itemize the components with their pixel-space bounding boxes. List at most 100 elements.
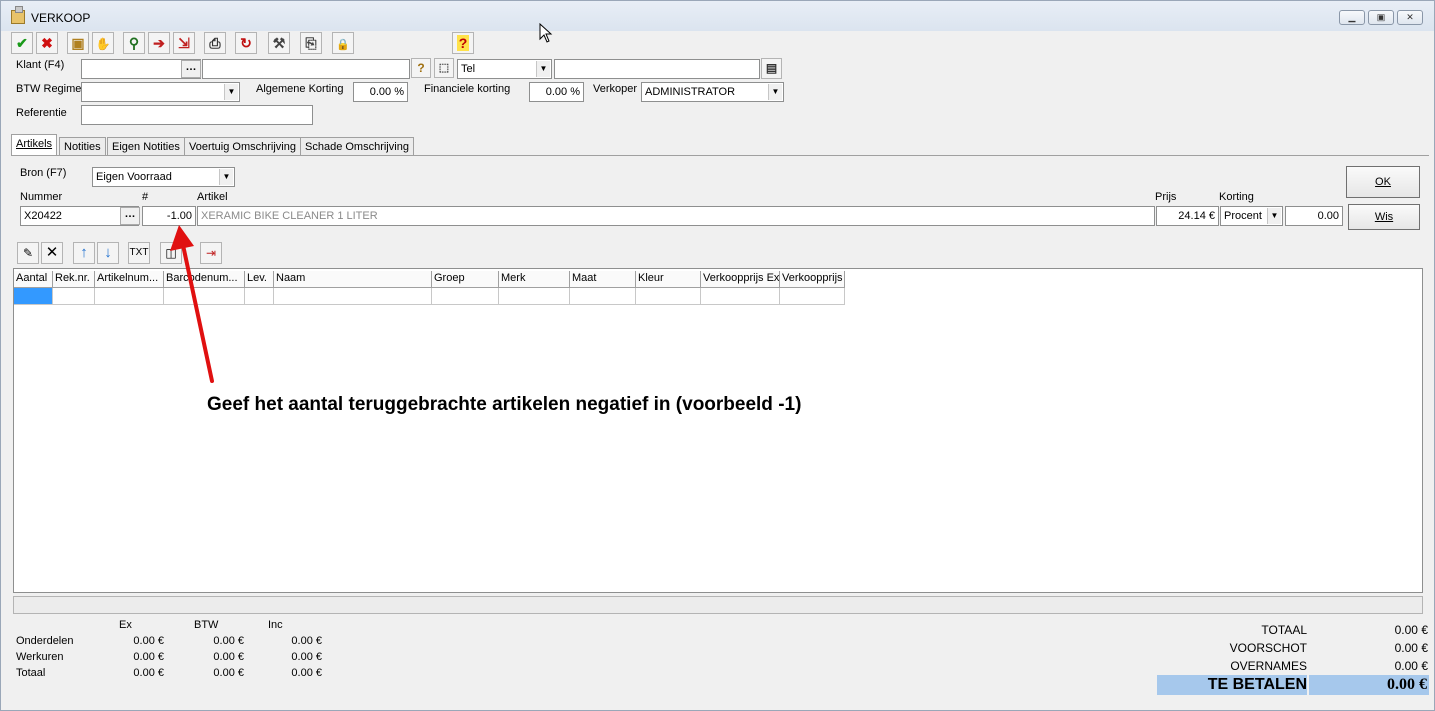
klant-browse-button[interactable]: …	[181, 60, 201, 78]
refresh-button[interactable]: ↻	[235, 32, 257, 54]
table-cell[interactable]	[701, 288, 780, 305]
table-cell[interactable]	[780, 288, 845, 305]
summary-voorschot-value: 0.00 €	[1394, 641, 1428, 655]
klant-name-field[interactable]	[202, 59, 410, 79]
maximize-button[interactable]: ▣	[1368, 10, 1394, 25]
tab-eigen-notities[interactable]: Eigen Notities	[107, 137, 185, 156]
tel-document-button[interactable]: ▤	[761, 58, 782, 79]
summary-overnames-label: OVERNAMES	[1230, 659, 1307, 673]
column-header-artikelnummer[interactable]: Artikelnum...	[95, 271, 164, 288]
werkuren-inc: 0.00 €	[291, 651, 322, 663]
hand-button[interactable]: ✋	[92, 32, 114, 54]
klant-help-button[interactable]: ?	[411, 58, 431, 78]
summary-voorschot-label: VOORSCHOT	[1229, 641, 1307, 655]
table-cell[interactable]	[245, 288, 274, 305]
wis-button[interactable]: Wis	[1348, 204, 1420, 230]
artikel-label: Artikel	[197, 191, 228, 203]
package-button[interactable]: ▣	[67, 32, 89, 54]
ok-button[interactable]: OK	[1346, 166, 1420, 198]
column-header-lev[interactable]: Lev.	[245, 271, 274, 288]
werkuren-label: Werkuren	[16, 651, 64, 663]
algemene-korting-label: Algemene Korting	[256, 83, 344, 95]
app-icon	[11, 6, 25, 24]
move-up-button[interactable]: ↑	[73, 242, 95, 264]
cancel-button[interactable]: ✖	[36, 32, 58, 54]
document-arrow-button[interactable]: ➔	[148, 32, 170, 54]
edit-row-button[interactable]: ✎	[17, 242, 39, 264]
close-button[interactable]: ✕	[1397, 10, 1423, 25]
tab-notities[interactable]: Notities	[59, 137, 106, 156]
summary-overnames-value: 0.00 €	[1394, 659, 1428, 673]
lock-button[interactable]: 🔒	[332, 32, 354, 54]
document-icon: ▤	[765, 61, 778, 75]
korting-type-combo[interactable]: Procent ▼	[1220, 206, 1283, 226]
summary-te-betalen-value: 0.00 €	[1387, 676, 1427, 693]
save-button[interactable]: ✔	[11, 32, 33, 54]
column-header-naam[interactable]: Naam	[274, 271, 432, 288]
onderdelen-btw: 0.00 €	[213, 635, 244, 647]
klant-pick-button[interactable]: ⬚	[434, 58, 454, 78]
summary-totaal-label: TOTAAL	[1261, 623, 1307, 637]
column-header-verkoopprijs-ex[interactable]: Verkoopprijs Ex	[701, 271, 780, 288]
column-header-kleur[interactable]: Kleur	[636, 271, 701, 288]
totaal-btw: 0.00 €	[213, 667, 244, 679]
column-header-maat[interactable]: Maat	[570, 271, 636, 288]
tab-artikels[interactable]: Artikels	[11, 134, 58, 156]
onderdelen-ex: 0.00 €	[133, 635, 164, 647]
btw-combo[interactable]: ▼	[81, 82, 240, 102]
title-bar: VERKOOP ▁ ▣ ✕	[1, 1, 1434, 31]
table-cell[interactable]	[636, 288, 701, 305]
column-header-groep[interactable]: Groep	[432, 271, 499, 288]
hand-icon: ✋	[95, 37, 111, 51]
bron-dropdown-icon[interactable]: ▼	[219, 169, 233, 185]
artikel-field[interactable]: XERAMIC BIKE CLEANER 1 LITER	[197, 206, 1155, 226]
table-cell[interactable]	[570, 288, 636, 305]
prijs-field[interactable]: 24.14 €	[1156, 206, 1219, 226]
col-inc-label: Inc	[268, 619, 283, 631]
onderdelen-label: Onderdelen	[16, 635, 74, 647]
korting-type-dropdown-icon[interactable]: ▼	[1267, 208, 1281, 224]
bron-label: Bron (F7)	[20, 167, 67, 179]
btw-dropdown-icon[interactable]: ▼	[224, 84, 238, 100]
minimize-button[interactable]: ▁	[1339, 10, 1365, 25]
korting-value-field[interactable]: 0.00	[1285, 206, 1343, 226]
werkuren-ex: 0.00 €	[133, 651, 164, 663]
txt-button[interactable]: TXT	[128, 242, 150, 264]
move-down-button[interactable]: ↓	[97, 242, 119, 264]
arrow-up-icon: ↑	[80, 244, 88, 261]
totaal-row-label: Totaal	[16, 667, 46, 679]
column-header-reknr[interactable]: Rek.nr.	[53, 271, 95, 288]
table-cell[interactable]	[14, 288, 53, 305]
search-user-button[interactable]: ⚲	[123, 32, 145, 54]
algemene-korting-field[interactable]: 0.00 %	[353, 82, 408, 102]
lock-icon: 🔒	[336, 39, 350, 51]
tab-schade-omschrijving[interactable]: Schade Omschrijving	[300, 137, 414, 156]
print-button[interactable]: ⎙	[204, 32, 226, 54]
financiele-korting-field[interactable]: 0.00 %	[529, 82, 584, 102]
table-cell[interactable]	[53, 288, 95, 305]
referentie-field[interactable]	[81, 105, 313, 125]
table-cell[interactable]	[95, 288, 164, 305]
totaal-inc: 0.00 €	[291, 667, 322, 679]
referentie-label: Referentie	[16, 107, 67, 119]
column-header-verkoopprijs[interactable]: Verkoopprijs	[780, 271, 845, 288]
column-header-merk[interactable]: Merk	[499, 271, 570, 288]
printer-icon: ⎙	[209, 35, 221, 51]
tel-input[interactable]	[554, 59, 760, 79]
verkoper-dropdown-icon[interactable]: ▼	[768, 84, 782, 100]
help-button[interactable]: ?	[452, 32, 474, 54]
tab-voertuig-omschrijving[interactable]: Voertuig Omschrijving	[184, 137, 301, 156]
document-import-button[interactable]: ⇲	[173, 32, 195, 54]
table-cell[interactable]	[274, 288, 432, 305]
column-header-aantal[interactable]: Aantal	[14, 271, 53, 288]
bron-combo[interactable]: Eigen Voorraad ▼	[92, 167, 235, 187]
delete-row-button[interactable]: ✕	[41, 242, 63, 264]
nummer-browse-button[interactable]: …	[120, 207, 140, 225]
table-cell[interactable]	[432, 288, 499, 305]
verkoper-combo[interactable]: ADMINISTRATOR ▼	[641, 82, 784, 102]
tel-dropdown-icon[interactable]: ▼	[536, 61, 550, 77]
table-cell[interactable]	[499, 288, 570, 305]
print-preview-button[interactable]: ⎘	[300, 32, 322, 54]
tools-button[interactable]: ⚒	[268, 32, 290, 54]
tel-combo[interactable]: Tel ▼	[457, 59, 552, 79]
